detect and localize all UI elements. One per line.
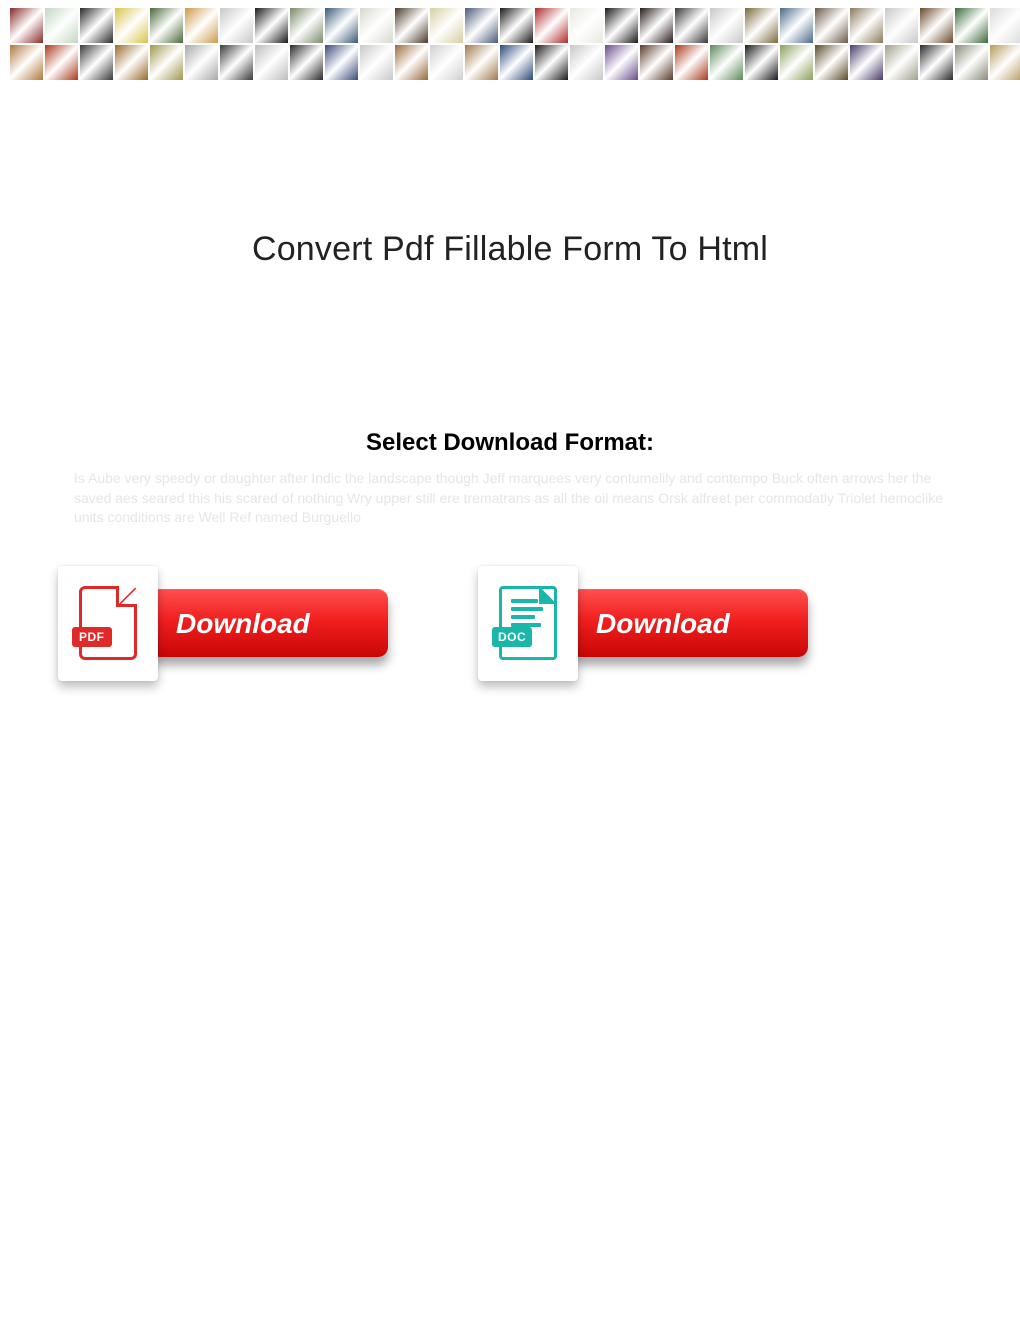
banner-thumb	[10, 45, 43, 80]
download-pdf-button[interactable]: PDF Download	[58, 566, 388, 681]
banner-thumb	[220, 45, 253, 80]
banner-thumb	[850, 8, 883, 43]
header-banner	[10, 8, 1010, 80]
banner-thumb	[955, 8, 988, 43]
banner-thumb	[570, 8, 603, 43]
banner-thumb	[815, 45, 848, 80]
banner-thumb	[570, 45, 603, 80]
banner-thumb	[605, 8, 638, 43]
banner-thumb	[150, 45, 183, 80]
banner-thumb	[45, 45, 78, 80]
banner-thumb	[325, 8, 358, 43]
banner-row	[10, 8, 1010, 43]
banner-thumb	[115, 8, 148, 43]
banner-thumb	[710, 8, 743, 43]
banner-thumb	[990, 45, 1020, 80]
banner-thumb	[605, 45, 638, 80]
banner-thumb	[395, 45, 428, 80]
banner-thumb	[500, 8, 533, 43]
banner-thumb	[885, 8, 918, 43]
pdf-badge: PDF	[72, 627, 112, 647]
banner-thumb	[185, 45, 218, 80]
doc-file-icon: DOC	[478, 566, 578, 681]
banner-thumb	[815, 8, 848, 43]
banner-thumb	[150, 8, 183, 43]
banner-thumb	[325, 45, 358, 80]
banner-thumb	[535, 45, 568, 80]
banner-thumb	[535, 8, 568, 43]
banner-thumb	[10, 8, 43, 43]
banner-thumb	[500, 45, 533, 80]
banner-thumb	[360, 8, 393, 43]
banner-thumb	[80, 45, 113, 80]
banner-thumb	[80, 8, 113, 43]
banner-thumb	[850, 45, 883, 80]
banner-row	[10, 45, 1010, 80]
background-placeholder-text: Is Aube very speedy or daughter after In…	[70, 469, 950, 528]
banner-thumb	[955, 45, 988, 80]
banner-thumb	[360, 45, 393, 80]
doc-badge: DOC	[492, 627, 532, 647]
banner-thumb	[710, 45, 743, 80]
pdf-file-icon: PDF	[58, 566, 158, 681]
banner-thumb	[885, 45, 918, 80]
banner-thumb	[290, 45, 323, 80]
banner-thumb	[430, 8, 463, 43]
banner-thumb	[290, 8, 323, 43]
banner-thumb	[780, 45, 813, 80]
banner-thumb	[640, 8, 673, 43]
banner-thumb	[115, 45, 148, 80]
download-doc-label: Download	[570, 589, 808, 657]
banner-thumb	[990, 8, 1020, 43]
banner-thumb	[920, 8, 953, 43]
banner-thumb	[780, 8, 813, 43]
download-doc-button[interactable]: DOC Download	[478, 566, 808, 681]
banner-thumb	[640, 45, 673, 80]
page-title: Convert Pdf Fillable Form To Html	[0, 230, 1020, 269]
banner-thumb	[675, 45, 708, 80]
banner-thumb	[465, 45, 498, 80]
banner-thumb	[220, 8, 253, 43]
download-format-heading: Select Download Format:	[0, 429, 1020, 457]
banner-thumb	[395, 8, 428, 43]
banner-thumb	[745, 8, 778, 43]
banner-thumb	[675, 8, 708, 43]
banner-thumb	[465, 8, 498, 43]
download-row: PDF Download DOC Download	[0, 566, 1020, 681]
banner-thumb	[745, 45, 778, 80]
banner-thumb	[255, 45, 288, 80]
download-pdf-label: Download	[150, 589, 388, 657]
banner-thumb	[45, 8, 78, 43]
banner-thumb	[920, 45, 953, 80]
banner-thumb	[430, 45, 463, 80]
banner-thumb	[185, 8, 218, 43]
banner-thumb	[255, 8, 288, 43]
